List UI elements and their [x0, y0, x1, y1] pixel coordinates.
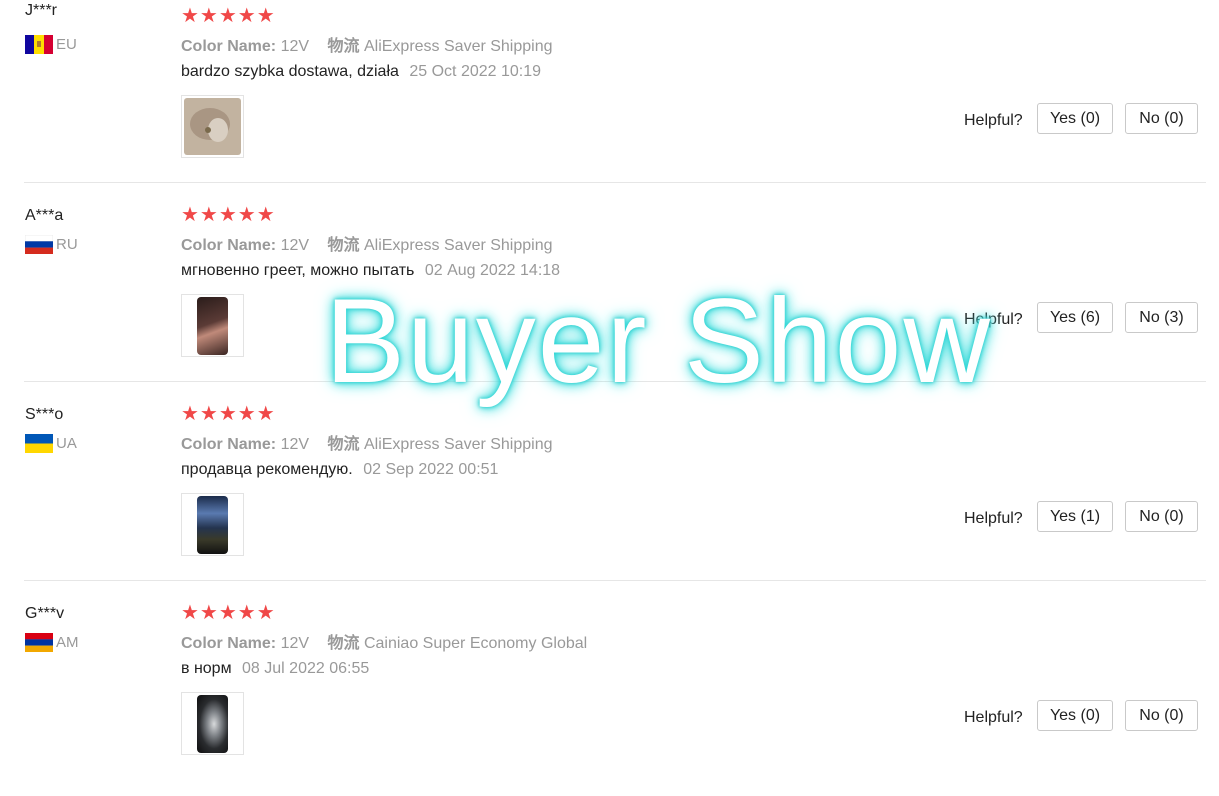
shipping-method: Cainiao Super Economy Global	[363, 635, 588, 652]
country-code: RU	[56, 236, 78, 253]
shipping-method: AliExpress Saver Shipping	[363, 436, 553, 453]
reviewer-country: EU	[25, 35, 77, 54]
review-text: bardzo szybka dostawa, działa	[181, 63, 399, 80]
country-code: AM	[56, 634, 79, 651]
helpful-yes-button[interactable]: Yes (0)	[1037, 700, 1113, 731]
review-meta: Color Name: 12V 物流 AliExpress Saver Ship…	[181, 430, 553, 454]
review-item: J***r EU ★★★★★ Color Name: 12V 物流 AliExp…	[0, 0, 1219, 199]
reviewer-name: G***v	[25, 605, 65, 622]
helpful-label: Helpful?	[964, 112, 1023, 129]
review-text-line: в норм 08 Jul 2022 06:55	[181, 660, 369, 678]
review-meta: Color Name: 12V 物流 Cainiao Super Economy…	[181, 629, 587, 653]
review-photo-thumbnail[interactable]	[181, 294, 244, 357]
helpful-no-button[interactable]: No (3)	[1125, 302, 1198, 333]
photo-image	[197, 297, 228, 355]
review-photo-thumbnail[interactable]	[181, 493, 244, 556]
color-value: 12V	[280, 635, 310, 652]
review-text: мгновенно греет, можно пытать	[181, 262, 415, 279]
color-name-label: Color Name:	[181, 436, 277, 453]
review-meta: Color Name: 12V 物流 AliExpress Saver Ship…	[181, 231, 553, 255]
russia-flag-icon	[24, 234, 54, 254]
helpful-no-button[interactable]: No (0)	[1125, 700, 1198, 731]
photo-image	[197, 496, 228, 554]
color-value: 12V	[280, 38, 310, 55]
review-photo-thumbnail[interactable]	[181, 692, 244, 755]
helpful-no-button[interactable]: No (0)	[1125, 501, 1198, 532]
shipping-label: 物流	[327, 38, 360, 55]
review-item: A***a RU ★★★★★ Color Name: 12V 物流 AliExp…	[0, 199, 1219, 398]
review-divider	[24, 381, 1206, 382]
rating-stars: ★★★★★	[181, 602, 276, 624]
shipping-label: 物流	[327, 635, 360, 652]
review-text-line: мгновенно греет, можно пытать 02 Aug 202…	[181, 262, 560, 280]
rating-stars: ★★★★★	[181, 403, 276, 425]
review-item: G***v AM ★★★★★ Color Name: 12V 物流 Cainia…	[0, 597, 1219, 796]
helpful-label: Helpful?	[964, 709, 1023, 726]
review-item: S***o UA ★★★★★ Color Name: 12V 物流 AliExp…	[0, 398, 1219, 597]
shipping-method: AliExpress Saver Shipping	[363, 237, 553, 254]
reviewer-name: J***r	[25, 2, 58, 19]
review-date: 25 Oct 2022 10:19	[409, 63, 542, 80]
shipping-method: AliExpress Saver Shipping	[363, 38, 553, 55]
rating-stars: ★★★★★	[181, 204, 276, 226]
review-date: 08 Jul 2022 06:55	[242, 660, 370, 677]
color-name-label: Color Name:	[181, 38, 277, 55]
helpful-yes-button[interactable]: Yes (6)	[1037, 302, 1113, 333]
country-code: UA	[56, 435, 77, 452]
helpful-yes-button[interactable]: Yes (1)	[1037, 501, 1113, 532]
helpful-label: Helpful?	[964, 311, 1023, 328]
reviewer-name: S***o	[25, 406, 64, 423]
reviewer-country: AM	[25, 633, 79, 652]
review-text-line: bardzo szybka dostawa, działa 25 Oct 202…	[181, 63, 541, 81]
color-name-label: Color Name:	[181, 237, 277, 254]
reviewer-country: RU	[24, 234, 78, 254]
rating-stars: ★★★★★	[181, 5, 276, 27]
reviewer-country: UA	[25, 434, 77, 453]
review-text: в норм	[181, 660, 232, 677]
helpful-label: Helpful?	[964, 510, 1023, 527]
review-text-line: продавца рекомендую. 02 Sep 2022 00:51	[181, 461, 498, 479]
helpful-no-button[interactable]: No (0)	[1125, 103, 1198, 134]
shipping-label: 物流	[327, 436, 360, 453]
review-photo-thumbnail[interactable]	[181, 95, 244, 158]
color-name-label: Color Name:	[181, 635, 277, 652]
photo-image	[197, 695, 228, 753]
shipping-label: 物流	[327, 237, 360, 254]
reviewer-name: A***a	[25, 207, 64, 224]
review-date: 02 Sep 2022 00:51	[363, 461, 499, 478]
color-value: 12V	[280, 237, 310, 254]
country-code: EU	[56, 36, 77, 53]
review-divider	[24, 580, 1206, 581]
review-meta: Color Name: 12V 物流 AliExpress Saver Ship…	[181, 32, 553, 56]
review-divider	[24, 182, 1206, 183]
armenia-flag-icon	[25, 633, 53, 652]
review-date: 02 Aug 2022 14:18	[424, 262, 561, 279]
andorra-flag-icon	[25, 35, 53, 54]
review-text: продавца рекомендую.	[181, 461, 353, 478]
helpful-yes-button[interactable]: Yes (0)	[1037, 103, 1113, 134]
ukraine-flag-icon	[25, 434, 53, 453]
color-value: 12V	[280, 436, 310, 453]
